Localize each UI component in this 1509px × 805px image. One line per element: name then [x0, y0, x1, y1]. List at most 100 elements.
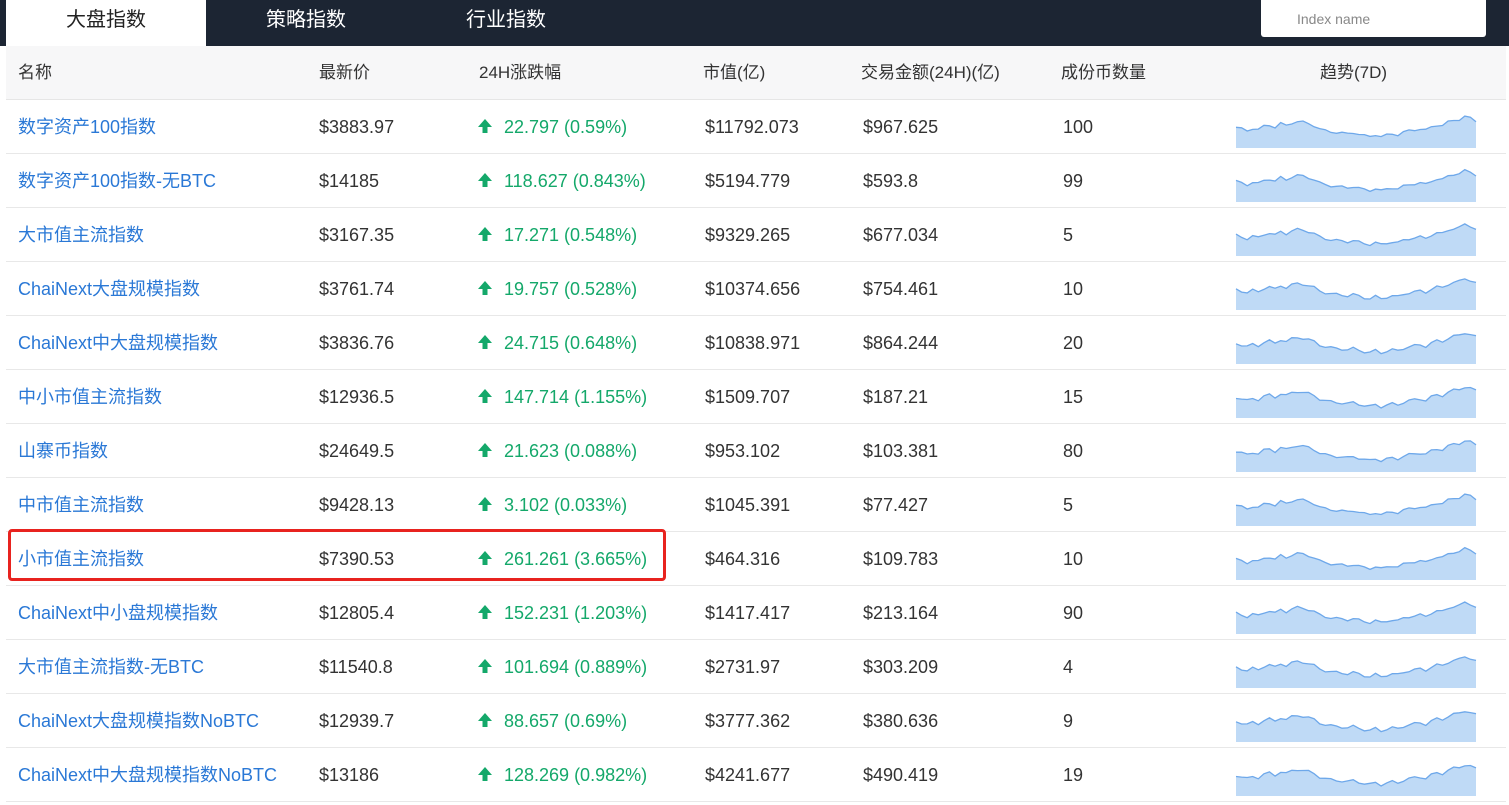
- constituent-count: 80: [1063, 441, 1084, 461]
- latest-price: $7390.53: [319, 549, 395, 569]
- change-value: 21.623 (0.088%): [504, 441, 638, 461]
- header-name: 名称: [18, 63, 52, 82]
- constituent-count: 10: [1063, 549, 1084, 569]
- table-row[interactable]: 大市值主流指数-无BTC $11540.8 101.694 (0.889%) $273…: [6, 640, 1506, 694]
- up-arrow-icon: [478, 551, 492, 565]
- change-value: 118.627 (0.843%): [504, 171, 646, 191]
- market-cap: $1045.391: [705, 495, 791, 515]
- volume-24h: $187.21: [863, 387, 929, 407]
- up-arrow-icon: [478, 281, 492, 295]
- index-search-input[interactable]: [1261, 0, 1486, 37]
- table-row[interactable]: 中小市值主流指数 $12936.5 147.714 (1.155%) $1509.70…: [6, 370, 1506, 424]
- volume-24h: $103.381: [863, 441, 939, 461]
- market-cap: $4241.677: [705, 765, 791, 785]
- change-24h: 21.623 (0.088%): [477, 424, 637, 478]
- table-row[interactable]: 数字资产100指数-无BTC $14185 118.627 (0.843%) $519…: [6, 154, 1506, 208]
- top-tab-bar: 大盘指数 策略指数 行业指数: [0, 0, 1509, 46]
- change-value: 88.657 (0.69%): [504, 711, 628, 731]
- index-name-link[interactable]: ChaiNext中大盘规模指数: [18, 316, 218, 370]
- latest-price: $13186: [319, 765, 380, 785]
- index-name-link[interactable]: 小市值主流指数: [18, 532, 144, 586]
- trend-sparkline: [1235, 168, 1477, 202]
- change-24h: 147.714 (1.155%): [477, 370, 647, 424]
- constituent-count: 5: [1063, 225, 1074, 245]
- index-name-link[interactable]: ChaiNext中大盘规模指数NoBTC: [18, 748, 277, 802]
- header-constituents: 成份币数量: [1061, 63, 1146, 82]
- volume-24h: $677.034: [863, 225, 939, 245]
- trend-sparkline: [1235, 223, 1477, 256]
- index-name-link[interactable]: 数字资产100指数-无BTC: [18, 154, 216, 208]
- change-24h: 118.627 (0.843%): [477, 154, 646, 208]
- tab-large-cap[interactable]: 大盘指数: [6, 0, 206, 46]
- index-name-link[interactable]: 大市值主流指数-无BTC: [18, 640, 204, 694]
- index-name-link[interactable]: 中小市值主流指数: [18, 370, 162, 424]
- table-row[interactable]: ChaiNext中大盘规模指数 $3836.76 24.715 (0.648%) $1…: [6, 316, 1506, 370]
- change-value: 19.757 (0.528%): [504, 279, 638, 299]
- latest-price: $12805.4: [319, 603, 395, 623]
- volume-24h: $490.419: [863, 765, 939, 785]
- table-row[interactable]: 小市值主流指数 $7390.53 261.261 (3.665%) $464.316 $…: [6, 532, 1506, 586]
- trend-sparkline: [1235, 333, 1477, 364]
- market-cap: $10374.656: [705, 279, 801, 299]
- header-change: 24H涨跌幅: [479, 63, 562, 82]
- change-24h: 261.261 (3.665%): [477, 532, 647, 586]
- change-value: 101.694 (0.889%): [504, 657, 648, 677]
- constituent-count: 15: [1063, 387, 1084, 407]
- latest-price: $3167.35: [319, 225, 395, 245]
- market-cap: $464.316: [705, 549, 781, 569]
- change-24h: 19.757 (0.528%): [477, 262, 637, 316]
- latest-price: $3836.76: [319, 333, 395, 353]
- trend-sparkline: [1235, 440, 1477, 472]
- change-24h: 101.694 (0.889%): [477, 640, 647, 694]
- up-arrow-icon: [478, 605, 492, 619]
- index-name-link[interactable]: ChaiNext中小盘规模指数: [18, 586, 218, 640]
- market-cap: $3777.362: [705, 711, 791, 731]
- latest-price: $3883.97: [319, 117, 395, 137]
- index-name-link[interactable]: 中市值主流指数: [18, 478, 144, 532]
- trend-sparkline: [1235, 278, 1477, 310]
- volume-24h: $213.164: [863, 603, 939, 623]
- header-volume: 交易金额(24H)(亿): [861, 63, 1000, 82]
- up-arrow-icon: [478, 389, 492, 403]
- volume-24h: $380.636: [863, 711, 939, 731]
- index-name-link[interactable]: 山寨币指数: [18, 424, 108, 478]
- change-24h: 3.102 (0.033%): [477, 478, 627, 532]
- constituent-count: 99: [1063, 171, 1084, 191]
- header-trend: 趋势(7D): [1320, 63, 1388, 82]
- table-row[interactable]: ChaiNext中小盘规模指数 $12805.4 152.231 (1.203%) $…: [6, 586, 1506, 640]
- trend-sparkline: [1235, 546, 1477, 580]
- market-cap: $1509.707: [705, 387, 791, 407]
- market-cap: $1417.417: [705, 603, 791, 623]
- change-24h: 17.271 (0.548%): [477, 208, 637, 262]
- header-market-cap: 市值(亿): [703, 63, 766, 82]
- table-row[interactable]: ChaiNext中大盘规模指数NoBTC $13186 128.269 (0.982…: [6, 748, 1506, 802]
- sparkline-area: [1236, 223, 1476, 256]
- tab-strategy[interactable]: 策略指数: [206, 0, 406, 46]
- index-name-link[interactable]: 大市值主流指数: [18, 208, 144, 262]
- table-row[interactable]: ChaiNext大盘规模指数 $3761.74 19.757 (0.528%) $10…: [6, 262, 1506, 316]
- latest-price: $14185: [319, 171, 380, 191]
- table-row[interactable]: 数字资产100指数 $3883.97 22.797 (0.59%) $11792.07…: [6, 100, 1506, 154]
- change-24h: 22.797 (0.59%): [477, 100, 627, 154]
- index-name-link[interactable]: ChaiNext大盘规模指数NoBTC: [18, 694, 259, 748]
- volume-24h: $864.244: [863, 333, 939, 353]
- change-value: 17.271 (0.548%): [504, 225, 638, 245]
- index-name-link[interactable]: ChaiNext大盘规模指数: [18, 262, 200, 316]
- up-arrow-icon: [478, 659, 492, 673]
- latest-price: $12936.5: [319, 387, 395, 407]
- table-row[interactable]: 中市值主流指数 $9428.13 3.102 (0.033%) $1045.391 $7…: [6, 478, 1506, 532]
- market-cap: $5194.779: [705, 171, 791, 191]
- table-row[interactable]: ChaiNext大盘规模指数NoBTC $12939.7 88.657 (0.69%…: [6, 694, 1506, 748]
- change-24h: 128.269 (0.982%): [477, 748, 647, 802]
- index-name-link[interactable]: 数字资产100指数: [18, 100, 156, 154]
- tab-industry[interactable]: 行业指数: [406, 0, 606, 46]
- up-arrow-icon: [478, 443, 492, 457]
- up-arrow-icon: [478, 713, 492, 727]
- change-24h: 24.715 (0.648%): [477, 316, 637, 370]
- trend-sparkline: [1235, 764, 1477, 796]
- sparkline-area: [1236, 547, 1476, 580]
- table-row[interactable]: 大市值主流指数 $3167.35 17.271 (0.548%) $9329.265 $…: [6, 208, 1506, 262]
- table-row[interactable]: 山寨币指数 $24649.5 21.623 (0.088%) $953.102 $103…: [6, 424, 1506, 478]
- volume-24h: $967.625: [863, 117, 939, 137]
- constituent-count: 20: [1063, 333, 1084, 353]
